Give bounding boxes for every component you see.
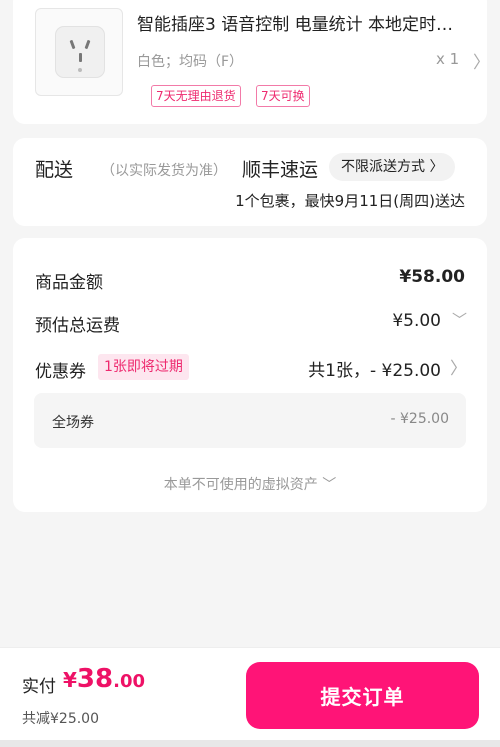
chevron-right-icon[interactable]: 〉 [473,48,490,73]
chevron-down-icon: ﹀ [317,477,337,493]
coupon-item-name: 全场券 [52,415,94,431]
delivery-method-label: 不限派送方式 [341,159,425,175]
total-reduction: 共减¥25.00 [22,711,99,727]
chevron-right-icon: 〉 [425,159,444,175]
chevron-down-icon[interactable]: ﹀ [452,309,467,330]
coupon-expiring-badge: 1张即将过期 [98,354,189,380]
product-title[interactable]: 智能插座3 语音控制 电量统计 本地定时… [137,10,477,35]
virtual-assets-toggle[interactable]: 本单不可使用的虚拟资产 ﹀ [13,474,487,494]
tag-exchange-policy: 7天可换 [256,85,310,107]
delivery-carrier: 顺丰速运 [242,159,319,181]
pay-label: 实付 [22,677,56,697]
delivery-card: 配送 （以实际发货为准） 顺丰速运 不限派送方式 〉 1个包裹，最快9月11日(… [13,138,487,226]
delivery-note: （以实际发货为准） [101,163,227,179]
shipping-fee-value[interactable]: ¥5.00 [392,311,441,331]
pay-amount-decimal: .00 [113,671,145,692]
product-quantity: x 1 [436,50,460,68]
product-image[interactable] [35,8,123,96]
product-card[interactable]: 智能插座3 语音控制 电量统计 本地定时… 白色；均码（F） x 1 〉 7天无… [13,0,490,124]
checkout-bar: 实付 ¥38.00 共减¥25.00 提交订单 [0,647,500,747]
coupon-item-amount: - ¥25.00 [390,411,450,427]
delivery-label: 配送 [35,159,74,181]
pay-amount: ¥38.00 [63,664,145,694]
tag-return-policy: 7天无理由退货 [151,85,241,107]
coupon-value[interactable]: 共1张，- ¥25.00 [308,356,441,381]
price-card: 商品金额 ¥58.00 预估总运费 ¥5.00 ﹀ 优惠券 1张即将过期 共1张… [13,238,487,512]
home-indicator [0,740,500,747]
delivery-summary: 1个包裹，最快9月11日(周四)送达 [235,192,465,210]
delivery-method-button[interactable]: 不限派送方式 〉 [329,153,456,181]
goods-amount-label: 商品金额 [35,273,103,293]
goods-amount-value: ¥58.00 [399,267,465,287]
pay-amount-integer: 38 [76,664,114,694]
chevron-right-icon[interactable]: 〉 [450,354,467,379]
shipping-fee-label: 预估总运费 [35,316,120,336]
pay-currency: ¥ [63,668,77,692]
coupon-label: 优惠券 [35,362,86,382]
product-spec: 白色；均码（F） [137,54,244,70]
virtual-assets-label: 本单不可使用的虚拟资产 [163,477,318,493]
coupon-item[interactable]: 全场券 - ¥25.00 [34,393,466,448]
submit-order-button[interactable]: 提交订单 [246,662,479,729]
smart-socket-icon [55,26,105,78]
